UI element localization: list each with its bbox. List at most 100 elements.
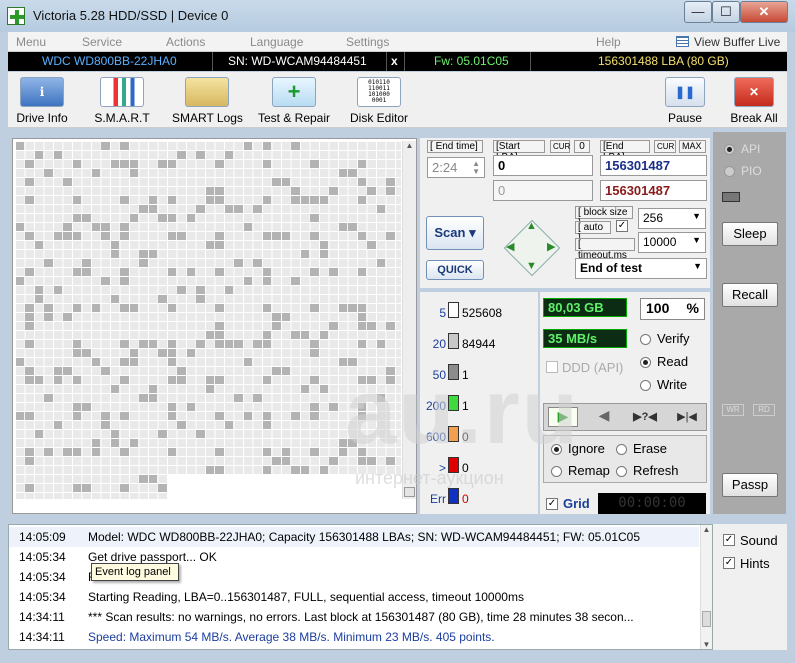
block-cell-slow: [167, 303, 176, 312]
direction-pad[interactable]: ▲ ▼ ◀ ▶: [498, 214, 566, 282]
refresh-radio[interactable]: [616, 466, 627, 477]
view-buffer-icon: [676, 36, 689, 47]
api-radio[interactable]: [724, 144, 735, 155]
arrow-right-icon[interactable]: ▶: [547, 240, 555, 253]
block-cell-slow: [72, 159, 81, 168]
passp-button[interactable]: Passp: [722, 473, 778, 497]
menu-item-settings[interactable]: Settings: [346, 35, 389, 49]
arrow-left-icon[interactable]: ◀: [506, 240, 514, 253]
menu-item-menu[interactable]: Menu: [16, 35, 46, 49]
minimize-button[interactable]: —: [684, 1, 712, 23]
block-cell-slow: [262, 231, 271, 240]
pio-radio[interactable]: [724, 166, 735, 177]
skip-random-icon[interactable]: ▶?◀: [630, 407, 660, 427]
block-cell-slow: [25, 312, 34, 321]
block-size-select[interactable]: 256 ▼: [638, 208, 706, 229]
auto-checkbox[interactable]: ✓: [616, 220, 628, 232]
close-drive-info[interactable]: x: [391, 54, 398, 69]
block-cell-slow: [262, 339, 271, 348]
block-cell-slow: [272, 231, 281, 240]
block-cell-slow: [215, 231, 224, 240]
block-cell-slow: [215, 240, 224, 249]
write-radio[interactable]: [640, 380, 651, 391]
block-cell-slow: [72, 339, 81, 348]
smart-button[interactable]: S.M.A.R.T: [92, 77, 152, 125]
block-cell-slow: [376, 204, 385, 213]
goto-end-icon[interactable]: ▶|◀: [672, 407, 702, 427]
block-cell-slow: [205, 330, 214, 339]
erase-radio[interactable]: [616, 444, 627, 455]
arrow-down-icon[interactable]: ▼: [526, 260, 537, 272]
block-cell-slow: [329, 267, 338, 276]
drive-capacity: 156301488 LBA (80 GB): [598, 54, 729, 68]
block-cell-slow: [110, 294, 119, 303]
indicator-led: [722, 192, 740, 202]
block-cell-slow: [139, 249, 148, 258]
block-cell-slow: [101, 411, 110, 420]
timeout-select[interactable]: 10000 ▼: [638, 232, 706, 253]
block-cell-slow: [167, 195, 176, 204]
block-cell-slow: [167, 348, 176, 357]
end-lba-field[interactable]: 156301487: [600, 155, 707, 176]
block-cell-slow: [82, 258, 91, 267]
quick-button[interactable]: QUICK: [426, 260, 484, 280]
smart-logs-button[interactable]: SMART Logs: [172, 77, 243, 125]
start-lba-label: [Start LBA]: [493, 140, 545, 163]
pause-icon: ❚❚: [665, 77, 705, 107]
start-cur-button[interactable]: CUR: [550, 140, 570, 153]
end-max-button[interactable]: MAX: [679, 140, 706, 153]
watermark-caption: интернет-аукцион: [355, 468, 504, 488]
grid-checkbox[interactable]: ✓: [546, 498, 558, 510]
sleep-button[interactable]: Sleep: [722, 222, 778, 246]
block-cell-slow: [281, 177, 290, 186]
maximize-button[interactable]: ☐: [712, 1, 740, 23]
view-buffer-live[interactable]: View Buffer Live: [694, 35, 780, 49]
recall-button[interactable]: Recall: [722, 283, 778, 307]
block-cell-slow: [120, 357, 129, 366]
log-row: 14:34:11 Speed: Maximum 54 MB/s. Average …: [9, 627, 699, 647]
block-cell-slow: [110, 159, 119, 168]
remap-radio[interactable]: [551, 466, 562, 477]
end-cur-button[interactable]: CUR: [654, 140, 676, 153]
disk-editor-button[interactable]: 010110 110011 101000 0001 Disk Editor: [344, 77, 414, 125]
read-radio[interactable]: [640, 357, 651, 368]
menu-item-actions[interactable]: Actions: [166, 35, 205, 49]
block-cell-slow: [177, 366, 186, 375]
block-cell-slow: [101, 141, 110, 150]
block-cell-slow: [215, 375, 224, 384]
block-cell-slow: [262, 420, 271, 429]
block-cell-slow: [120, 411, 129, 420]
end-time-field[interactable]: 2:24 ▲ ▼: [427, 157, 485, 178]
verify-radio[interactable]: [640, 334, 651, 345]
block-cell-slow: [281, 366, 290, 375]
log-scrollbar[interactable]: ▲ ▼: [700, 525, 712, 649]
break-all-button[interactable]: ✕ Break All: [724, 77, 784, 125]
rewind-icon[interactable]: ◀: [590, 407, 618, 427]
block-cell-slow: [348, 303, 357, 312]
menu-item-service[interactable]: Service: [82, 35, 122, 49]
start-zero-button[interactable]: 0: [574, 140, 590, 153]
drive-info-button[interactable]: i Drive Info: [12, 77, 72, 125]
hints-checkbox[interactable]: ✓: [723, 557, 735, 569]
block-cell-slow: [158, 348, 167, 357]
block-cell-slow: [386, 321, 395, 330]
test-repair-button[interactable]: + Test & Repair: [256, 77, 332, 125]
current-lba-field: 0: [493, 180, 593, 201]
toolbar: i Drive Info S.M.A.R.T SMART Logs + Test…: [8, 72, 787, 128]
start-lba-field[interactable]: 0: [493, 155, 593, 176]
block-cell-slow: [205, 465, 214, 474]
end-action-select[interactable]: End of test ▼: [575, 258, 707, 279]
block-cell-slow: [386, 186, 395, 195]
close-button[interactable]: ✕: [740, 1, 788, 23]
menu-item-help[interactable]: Help: [596, 35, 621, 49]
block-cell-slow: [91, 438, 100, 447]
arrow-up-icon[interactable]: ▲: [526, 220, 537, 232]
block-cell-slow: [348, 222, 357, 231]
block-cell-slow: [310, 411, 319, 420]
menu-item-language[interactable]: Language: [250, 35, 303, 49]
scan-button[interactable]: Scan ▾: [426, 216, 484, 250]
block-cell-slow: [167, 375, 176, 384]
stop-icon: ✕: [734, 77, 774, 107]
sound-checkbox[interactable]: ✓: [723, 534, 735, 546]
pause-button[interactable]: ❚❚ Pause: [660, 77, 710, 125]
